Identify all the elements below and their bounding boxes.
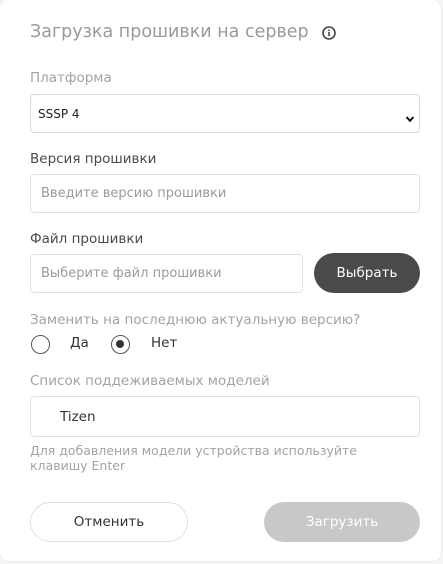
models-label: Список поддеживаемых моделей [30, 373, 270, 389]
firmware-version-input[interactable]: Введите версию прошивки [30, 174, 420, 213]
firmware-file-placeholder: Выберите файл прошивки [41, 266, 222, 281]
firmware-file-input[interactable]: Выберите файл прошивки [30, 254, 303, 293]
models-input-value: Tizen [60, 408, 96, 425]
radio-yes[interactable] [31, 335, 50, 354]
chevron-down-icon [405, 109, 415, 122]
upload-button: Загрузить [264, 502, 420, 542]
dialog-title: Загрузка прошивки на сервер [30, 22, 336, 42]
platform-select[interactable]: SSSP 4 [30, 94, 420, 133]
dialog-title-text: Загрузка прошивки на сервер [30, 22, 309, 42]
radio-no-label: Нет [151, 335, 178, 351]
choose-file-button[interactable]: Выбрать [314, 253, 420, 293]
models-hint: Для добавления модели устройства использ… [30, 443, 357, 473]
models-input[interactable]: Tizen [30, 396, 420, 437]
platform-selected-value: SSSP 4 [38, 106, 80, 121]
radio-no[interactable] [111, 335, 130, 354]
cancel-button[interactable]: Отменить [30, 502, 188, 542]
radio-yes-label: Да [70, 335, 89, 351]
replace-latest-question: Заменить на последнюю актуальную версию? [30, 312, 361, 328]
firmware-version-label: Версия прошивки [30, 151, 157, 167]
upload-firmware-dialog: Загрузка прошивки на сервер Платформа SS… [0, 0, 442, 562]
firmware-file-label: Файл прошивки [30, 231, 144, 247]
platform-label: Платформа [30, 70, 112, 86]
info-icon[interactable] [321, 25, 336, 40]
firmware-version-placeholder: Введите версию прошивки [41, 186, 227, 201]
